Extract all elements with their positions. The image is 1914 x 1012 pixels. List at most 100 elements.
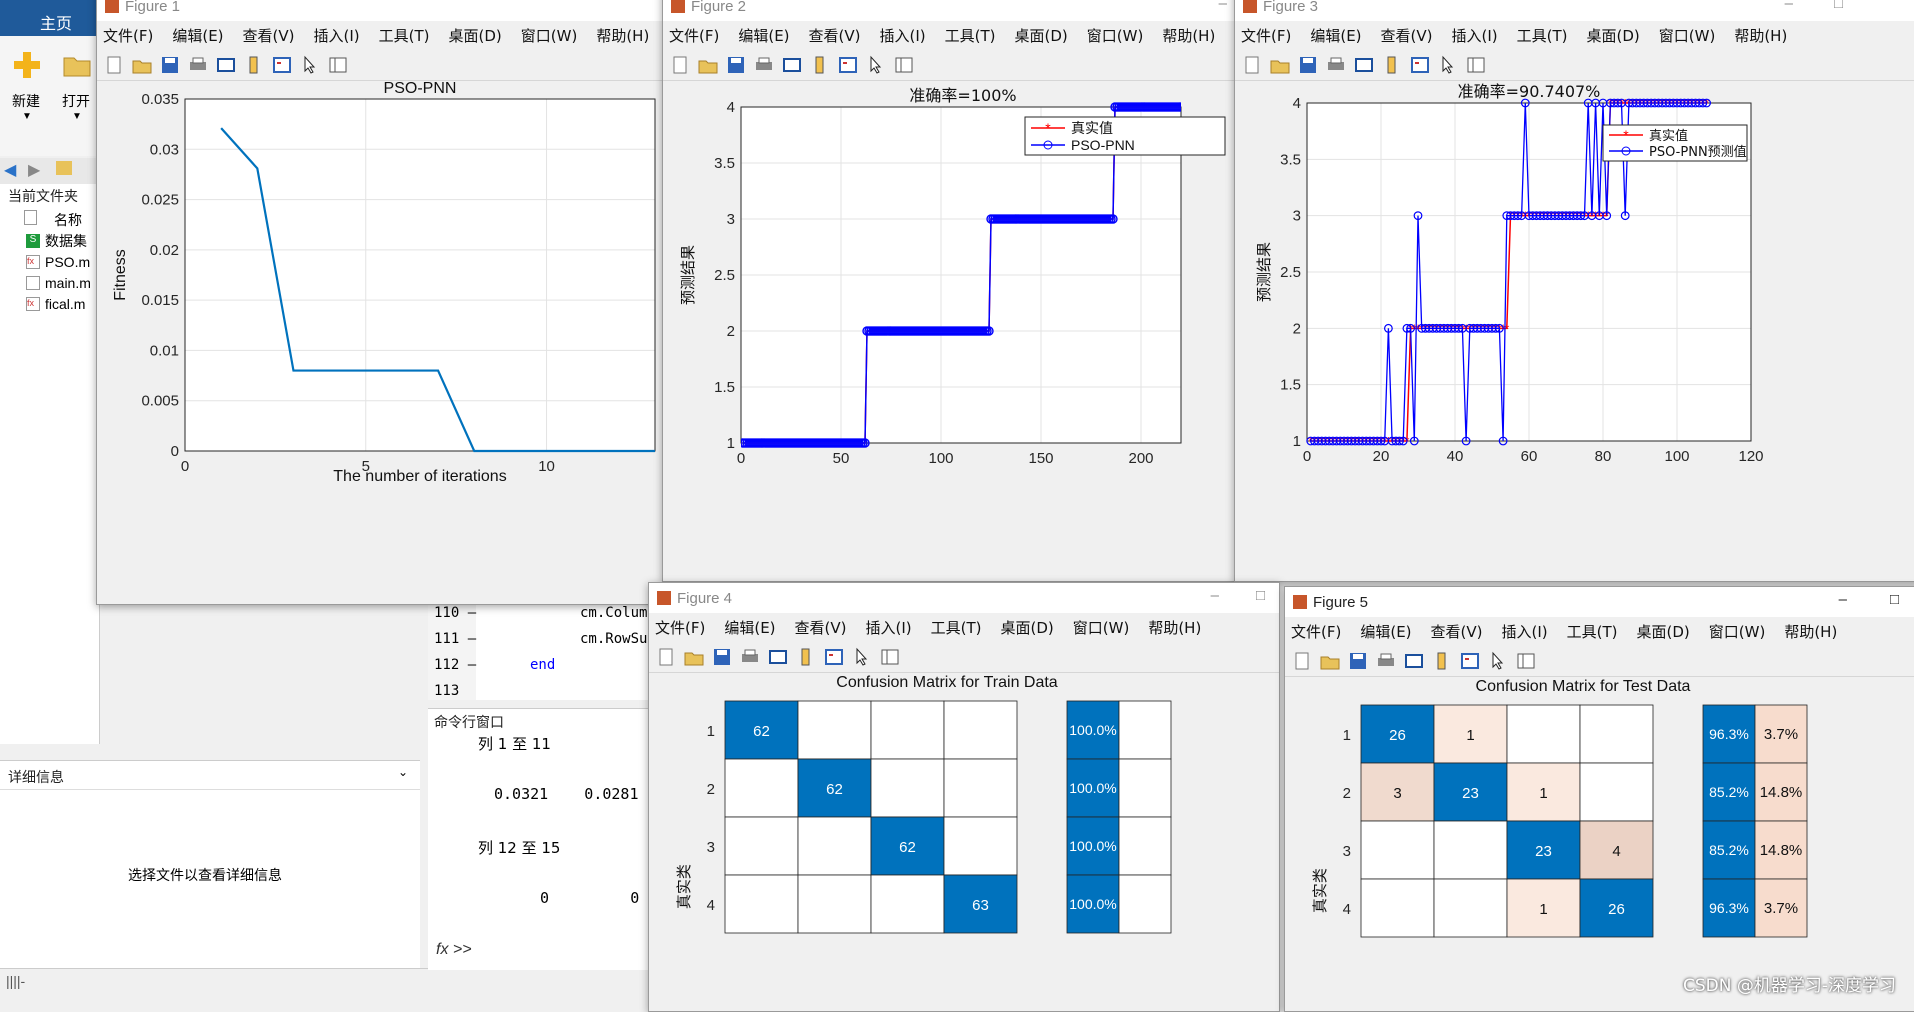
save-icon[interactable] [725, 54, 747, 76]
property-inspector-icon[interactable] [879, 646, 901, 668]
pointer-icon[interactable] [299, 54, 321, 76]
figure-3-titlebar[interactable]: Figure 3–□ [1235, 0, 1914, 21]
list-item[interactable]: fxfical.m [26, 293, 91, 314]
menu-view[interactable]: 查看(V) [1431, 621, 1483, 642]
menu-desktop[interactable]: 桌面(D) [1637, 621, 1690, 642]
name-column-header[interactable]: 名称 [54, 210, 82, 230]
print-icon[interactable] [1325, 54, 1347, 76]
menu-help[interactable]: 帮助(H) [596, 25, 649, 46]
open-file-icon[interactable] [131, 54, 153, 76]
menu-help[interactable]: 帮助(H) [1162, 25, 1215, 46]
new-figure-icon[interactable] [1241, 54, 1263, 76]
open-file-icon[interactable] [1319, 650, 1341, 672]
menu-edit[interactable]: 编辑(E) [1360, 621, 1411, 642]
figure-1-window[interactable]: Figure 1 文件(F) 编辑(E) 查看(V) 插入(I) 工具(T) 桌… [96, 0, 668, 605]
link-plot-icon[interactable] [1353, 54, 1375, 76]
home-tab[interactable]: 主页 [0, 0, 100, 36]
print-icon[interactable] [753, 54, 775, 76]
menu-tools[interactable]: 工具(T) [379, 25, 430, 46]
menu-tools[interactable]: 工具(T) [1517, 25, 1568, 46]
pointer-icon[interactable] [1437, 54, 1459, 76]
menu-tools[interactable]: 工具(T) [931, 617, 982, 638]
new-figure-icon[interactable] [655, 646, 677, 668]
property-inspector-icon[interactable] [327, 54, 349, 76]
link-plot-icon[interactable] [781, 54, 803, 76]
menu-tools[interactable]: 工具(T) [945, 25, 996, 46]
figure-2-titlebar[interactable]: Figure 2– [663, 0, 1241, 21]
open-file-icon[interactable] [683, 646, 705, 668]
figure-5-window[interactable]: Figure 5–□ 文件(F) 编辑(E) 查看(V) 插入(I) 工具(T)… [1284, 586, 1914, 1012]
menu-help[interactable]: 帮助(H) [1148, 617, 1201, 638]
minimize-icon[interactable]: – [1219, 0, 1227, 12]
menu-desktop[interactable]: 桌面(D) [449, 25, 502, 46]
figure-3-window[interactable]: Figure 3–□ 文件(F) 编辑(E) 查看(V) 插入(I) 工具(T)… [1234, 0, 1914, 582]
menu-file[interactable]: 文件(F) [655, 617, 705, 638]
menu-window[interactable]: 窗口(W) [521, 25, 578, 46]
menu-edit[interactable]: 编辑(E) [172, 25, 223, 46]
legend-icon[interactable] [1409, 54, 1431, 76]
menu-window[interactable]: 窗口(W) [1087, 25, 1144, 46]
colorbar-icon[interactable] [243, 54, 265, 76]
property-inspector-icon[interactable] [893, 54, 915, 76]
command-window[interactable]: 命令行窗口 列 1 至 11 0.0321 0.0281 列 12 至 15 0… [428, 708, 658, 970]
menu-window[interactable]: 窗口(W) [1659, 25, 1716, 46]
open-button[interactable]: 打开 ▼ [62, 50, 92, 122]
figure-2-window[interactable]: Figure 2– 文件(F) 编辑(E) 查看(V) 插入(I) 工具(T) … [662, 0, 1242, 582]
property-inspector-icon[interactable] [1515, 650, 1537, 672]
new-figure-icon[interactable] [1291, 650, 1313, 672]
up-folder-icon[interactable] [56, 161, 72, 175]
menu-view[interactable]: 查看(V) [1381, 25, 1433, 46]
print-icon[interactable] [187, 54, 209, 76]
minimize-icon[interactable]: – [1839, 591, 1847, 608]
menu-window[interactable]: 窗口(W) [1709, 621, 1766, 642]
open-file-icon[interactable] [1269, 54, 1291, 76]
minimize-icon[interactable]: – [1785, 0, 1793, 12]
maximize-icon[interactable]: □ [1256, 587, 1265, 604]
menu-edit[interactable]: 编辑(E) [738, 25, 789, 46]
list-item[interactable]: main.m [26, 272, 91, 293]
new-figure-icon[interactable] [669, 54, 691, 76]
menu-file[interactable]: 文件(F) [103, 25, 153, 46]
forward-arrow-icon[interactable]: ▶ [28, 160, 40, 180]
menu-desktop[interactable]: 桌面(D) [1001, 617, 1054, 638]
menu-view[interactable]: 查看(V) [809, 25, 861, 46]
maximize-icon[interactable]: □ [1834, 0, 1843, 12]
menu-view[interactable]: 查看(V) [243, 25, 295, 46]
link-plot-icon[interactable] [767, 646, 789, 668]
legend-icon[interactable] [1459, 650, 1481, 672]
menu-desktop[interactable]: 桌面(D) [1587, 25, 1640, 46]
pointer-icon[interactable] [1487, 650, 1509, 672]
colorbar-icon[interactable] [1431, 650, 1453, 672]
print-icon[interactable] [1375, 650, 1397, 672]
list-item[interactable]: S数据集 [26, 230, 91, 251]
save-icon[interactable] [1297, 54, 1319, 76]
save-icon[interactable] [1347, 650, 1369, 672]
legend-icon[interactable] [271, 54, 293, 76]
pointer-icon[interactable] [851, 646, 873, 668]
menu-insert[interactable]: 插入(I) [1452, 25, 1498, 46]
legend-icon[interactable] [837, 54, 859, 76]
figure-5-titlebar[interactable]: Figure 5–□ [1285, 587, 1914, 617]
editor-panel[interactable]: 110 — 111 — 112 — 113 cm.ColumnSu cm.Row… [428, 600, 658, 700]
minimize-icon[interactable]: – [1211, 587, 1219, 604]
link-plot-icon[interactable] [1403, 650, 1425, 672]
menu-insert[interactable]: 插入(I) [1502, 621, 1548, 642]
menu-insert[interactable]: 插入(I) [880, 25, 926, 46]
pointer-icon[interactable] [865, 54, 887, 76]
menu-help[interactable]: 帮助(H) [1784, 621, 1837, 642]
menu-window[interactable]: 窗口(W) [1073, 617, 1130, 638]
colorbar-icon[interactable] [809, 54, 831, 76]
menu-tools[interactable]: 工具(T) [1567, 621, 1618, 642]
link-plot-icon[interactable] [215, 54, 237, 76]
menu-insert[interactable]: 插入(I) [866, 617, 912, 638]
figure-4-window[interactable]: Figure 4–□ 文件(F) 编辑(E) 查看(V) 插入(I) 工具(T)… [648, 582, 1280, 1012]
menu-view[interactable]: 查看(V) [795, 617, 847, 638]
back-arrow-icon[interactable]: ◀ [4, 160, 16, 180]
command-prompt[interactable]: fx >> [436, 941, 472, 959]
list-item[interactable]: fxPSO.m [26, 251, 91, 272]
open-file-icon[interactable] [697, 54, 719, 76]
menu-help[interactable]: 帮助(H) [1734, 25, 1787, 46]
print-icon[interactable] [739, 646, 761, 668]
menu-insert[interactable]: 插入(I) [314, 25, 360, 46]
menu-file[interactable]: 文件(F) [1291, 621, 1341, 642]
